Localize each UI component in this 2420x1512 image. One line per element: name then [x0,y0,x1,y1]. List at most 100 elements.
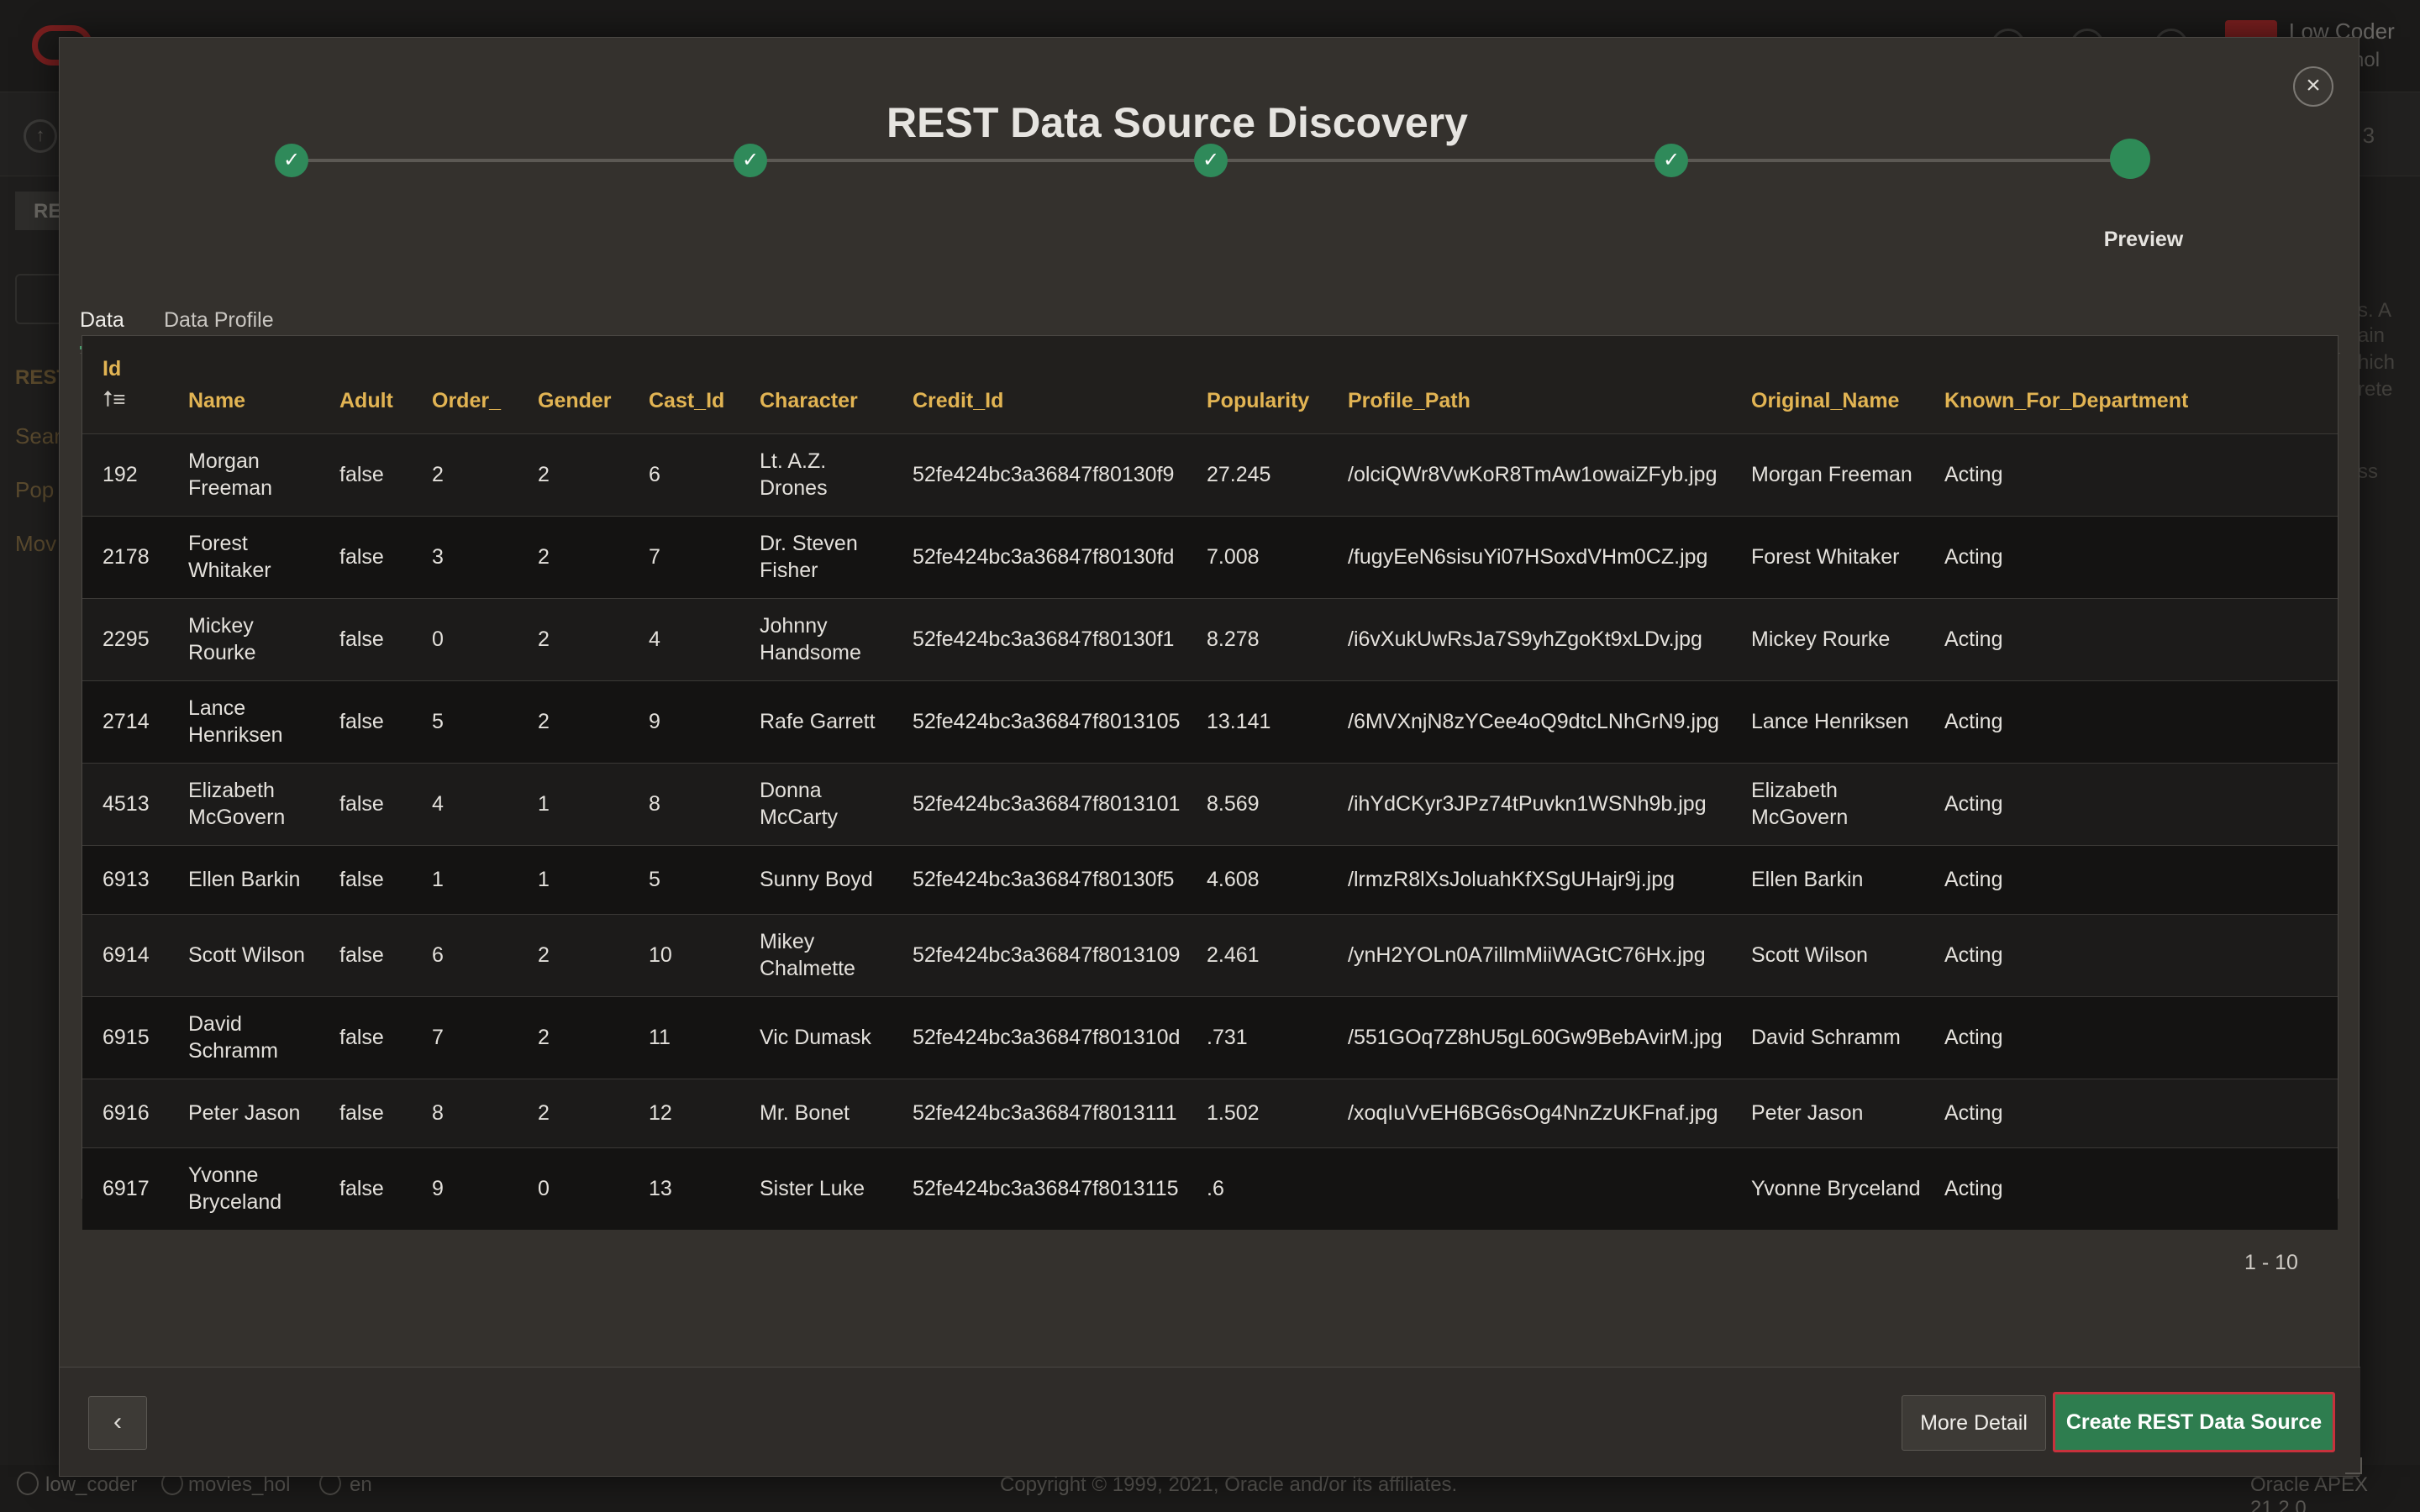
footer-user: low_coder [45,1473,138,1496]
close-icon[interactable]: × [2293,66,2333,107]
cell-known-for-department: Acting [1944,868,2003,891]
cell-character: Donna McCarty [760,779,839,829]
cell-name: Elizabeth McGovern [188,779,286,829]
create-rest-data-source-button[interactable]: Create REST Data Source [2053,1392,2335,1452]
wizard-step-2-check-icon: ✓ [734,144,767,177]
table-row[interactable]: 4513 Elizabeth McGovern false 4 1 8 Donna McCa… [82,763,2338,845]
rest-discovery-dialog: REST Data Source Discovery × ✓ ✓ ✓ ✓ Pre… [59,37,2362,1477]
up-arrow-icon: ↑ [24,119,57,153]
cell-name: Mickey Rourke [188,614,256,664]
col-header-id[interactable]: Id ⭡≡ [82,336,168,433]
cell-adult: false [339,1177,384,1201]
col-header-cast-id[interactable]: Cast_Id [629,336,739,433]
cell-popularity: 27.245 [1207,463,1271,486]
footer-schema: movies_hol [188,1473,291,1496]
cell-name: Scott Wilson [188,943,305,967]
side-item-search: Sear [15,423,61,449]
table-row[interactable]: 2295 Mickey Rourke false 0 2 4 Johnny Handsome… [82,598,2338,680]
table-row[interactable]: 192 Morgan Freeman false 2 2 6 Lt. A.Z. Drones… [82,433,2338,516]
col-header-gender[interactable]: Gender [518,336,629,433]
cell-name: Yvonne Bryceland [188,1163,282,1215]
col-header-adult[interactable]: Adult [319,336,412,433]
cell-credit-id: 52fe424bc3a36847f8013111 [913,1101,1177,1125]
col-header-label: Id [103,356,122,381]
col-header-known-for-department[interactable]: Known_For_Department [1924,336,2338,433]
table-row[interactable]: 6917 Yvonne Bryceland false 9 0 13 Sister Luke… [82,1147,2338,1230]
dialog-title: REST Data Source Discovery [886,99,1468,146]
cell-id: 4513 [103,792,150,816]
cell-profile-path: /xoqIuVvEH6BG6sOg4NnZzUKFnaf.jpg [1348,1101,1718,1125]
data-grid: Id ⭡≡ Name Adult Order_ Gender Cast_Id C… [82,335,2338,1230]
cell-id: 6914 [103,943,150,967]
col-header-name[interactable]: Name [168,336,319,433]
cell-original-name: Peter Jason [1751,1101,1864,1125]
cell-character: Mikey Chalmette [760,930,855,980]
cell-order: 4 [432,792,444,816]
footer-copyright: Copyright © 1999, 2021, Oracle and/or it… [1000,1473,1458,1496]
bg-right-text-1: s. A [2358,299,2392,322]
cell-cast-id: 13 [649,1177,672,1201]
cell-adult: false [339,1101,384,1125]
bg-right-text-5: ss [2358,460,2378,483]
cell-popularity: .6 [1207,1177,1224,1201]
cell-credit-id: 52fe424bc3a36847f80130f5 [913,868,1175,891]
bg-right-text-4: rete [2358,378,2393,401]
cell-original-name: Elizabeth McGovern [1751,779,1849,829]
cell-credit-id: 52fe424bc3a36847f8013101 [913,792,1181,816]
cell-cast-id: 11 [649,1026,671,1049]
cell-known-for-department: Acting [1944,1026,2003,1049]
resize-handle-icon[interactable] [2345,1457,2362,1474]
table-row[interactable]: 6914 Scott Wilson false 6 2 10 Mikey Chalmette… [82,914,2338,996]
footer-version: Oracle APEX 21.2.0 [2250,1473,2369,1512]
cell-adult: false [339,463,384,486]
cell-order: 8 [432,1101,444,1125]
cell-original-name: David Schramm [1751,1026,1901,1049]
cell-credit-id: 52fe424bc3a36847f8013115 [913,1177,1179,1201]
cell-character: Lt. A.Z. Drones [760,449,828,500]
col-header-character[interactable]: Character [739,336,892,433]
cell-gender: 1 [538,792,550,816]
col-header-original-name[interactable]: Original_Name [1731,336,1924,433]
cell-gender: 2 [538,463,550,486]
cell-profile-path: /i6vXukUwRsJa7S9yhZgoKt9xLDv.jpg [1348,627,1702,651]
cell-adult: false [339,1026,384,1049]
cell-profile-path [1328,1147,1731,1230]
cell-known-for-department: Acting [1944,463,2003,486]
cell-character: Mr. Bonet [760,1101,850,1125]
data-table: Id ⭡≡ Name Adult Order_ Gender Cast_Id C… [82,336,2338,1230]
wizard-step-5-current [2110,139,2150,179]
col-header-order[interactable]: Order_ [412,336,518,433]
cell-name: Lance Henriksen [188,696,283,747]
cell-order: 5 [432,710,444,733]
cell-known-for-department: Acting [1944,710,2003,733]
col-header-profile-path[interactable]: Profile_Path [1328,336,1731,433]
cell-order: 0 [432,627,444,651]
cell-order: 6 [432,943,444,967]
cell-credit-id: 52fe424bc3a36847f8013109 [913,943,1181,967]
search-icon [15,274,66,324]
cell-popularity: .731 [1207,1026,1248,1049]
wizard-current-label: Preview [2103,228,2184,251]
cell-id: 6917 [103,1177,150,1201]
table-row[interactable]: 2178 Forest Whitaker false 3 2 7 Dr. Steven Fi… [82,516,2338,598]
table-row[interactable]: 6915 David Schramm false 7 2 11 Vic Dumask 52fe… [82,996,2338,1079]
cell-popularity: 13.141 [1207,710,1271,733]
table-row[interactable]: 6913 Ellen Barkin false 1 1 5 Sunny Boyd 52fe42… [82,845,2338,914]
wizard-step-1-check-icon: ✓ [275,144,308,177]
cell-profile-path: /6MVXnjN8zYCee4oQ9dtcLNhGrN9.jpg [1348,710,1719,733]
footer-lang: en [350,1473,372,1496]
table-header-row: Id ⭡≡ Name Adult Order_ Gender Cast_Id C… [82,336,2338,433]
more-detail-button[interactable]: More Detail [1902,1395,2046,1451]
back-button[interactable]: ‹ [88,1396,147,1450]
left-panel [0,176,60,630]
col-header-popularity[interactable]: Popularity [1186,336,1328,433]
cell-gender: 2 [538,710,550,733]
cell-id: 6916 [103,1101,150,1125]
sort-ascending-icon[interactable]: ⭡≡ [103,386,168,413]
cell-profile-path: /olciQWr8VwKoR8TmAw1owaiZFyb.jpg [1348,463,1718,486]
cell-profile-path: /551GOq7Z8hU5gL60Gw9BebAvirM.jpg [1348,1026,1723,1049]
cell-cast-id: 5 [649,868,660,891]
table-row[interactable]: 6916 Peter Jason false 8 2 12 Mr. Bonet 52fe424… [82,1079,2338,1147]
col-header-credit-id[interactable]: Credit_Id [892,336,1186,433]
table-row[interactable]: 2714 Lance Henriksen false 5 2 9 Rafe Garrett 5… [82,680,2338,763]
